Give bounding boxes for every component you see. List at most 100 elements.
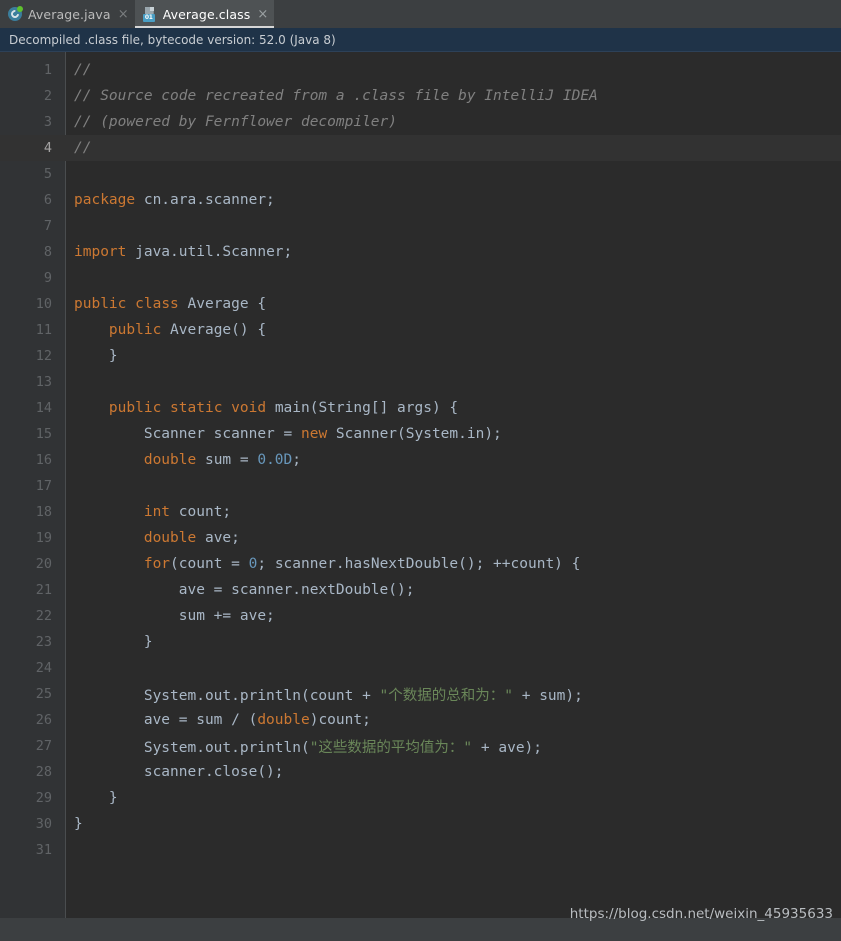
class-file-badge: 01 — [142, 14, 155, 22]
line-number: 28 — [35, 764, 52, 780]
code-line-row: 19 double ave; — [0, 525, 841, 551]
code-lines: 1 // 2 // Source code recreated from a .cla… — [0, 57, 841, 863]
code-line-row: 21 ave = scanner.nextDouble(); — [0, 577, 841, 603]
code-line-text: public static void main(String[] args) { — [108, 400, 459, 416]
line-number: 17 — [35, 478, 52, 494]
code-line-row: 9 — [0, 265, 841, 291]
code-line-text — [74, 478, 83, 494]
line-number: 2 — [43, 88, 52, 104]
code-line-text: for(count = 0; scanner.hasNextDouble(); … — [143, 556, 581, 572]
code-line-text — [74, 374, 83, 390]
code-line-text — [74, 166, 83, 182]
code-line-text — [74, 218, 83, 234]
code-line-text: // (powered by Fernflower decompiler) — [74, 114, 398, 130]
code-line-text — [74, 270, 83, 286]
line-number: 18 — [35, 504, 52, 520]
java-file-icon — [8, 6, 23, 21]
line-number: 5 — [43, 166, 52, 182]
line-number: 25 — [35, 686, 52, 702]
editor-tab-bar: Average.java × 01 Average.class × — [0, 0, 841, 28]
line-number: 21 — [35, 582, 52, 598]
code-line-text: System.out.println("这些数据的平均值为：" + ave); — [74, 739, 543, 756]
tab-close-icon-average-java[interactable]: × — [118, 8, 129, 21]
line-number: 31 — [35, 842, 52, 858]
code-editor[interactable]: 1 // 2 // Source code recreated from a .cla… — [0, 52, 841, 918]
code-line-row: 12 } — [0, 343, 841, 369]
code-line-row: 15 Scanner scanner = new Scanner(System.… — [0, 421, 841, 447]
code-line-row: 27 System.out.println("这些数据的平均值为：" + ave… — [0, 733, 841, 759]
notification-text: Decompiled .class file, bytecode version… — [9, 32, 336, 47]
line-number: 8 — [43, 244, 52, 260]
code-line-row: 31 — [0, 837, 841, 863]
line-number: 6 — [43, 192, 52, 208]
code-line-row: 10 public class Average { — [0, 291, 841, 317]
code-line-text: scanner.close(); — [74, 764, 284, 780]
code-line-text — [74, 842, 83, 858]
code-line-text: public Average() { — [108, 322, 267, 338]
code-line-text: ave = sum / (double)count; — [74, 712, 371, 728]
line-number: 9 — [43, 270, 52, 286]
tab-label-average-class: Average.class — [162, 6, 251, 22]
code-line-row: 8 import java.util.Scanner; — [0, 239, 841, 265]
code-line-text: ave = scanner.nextDouble(); — [74, 582, 415, 598]
code-line-row: 28 scanner.close(); — [0, 759, 841, 785]
code-line-text: import java.util.Scanner; — [74, 244, 293, 260]
line-number: 22 — [35, 608, 52, 624]
code-line-text: } — [74, 348, 118, 364]
line-number: 24 — [35, 660, 52, 676]
code-line-text: } — [74, 790, 118, 806]
code-line-row: 17 — [0, 473, 841, 499]
code-line-text: System.out.println(count + "个数据的总和为：" + … — [74, 687, 583, 704]
code-line-text: int count; — [143, 504, 232, 520]
tab-label-average-java: Average.java — [28, 6, 111, 22]
blog-watermark: https://blog.csdn.net/weixin_45935633 — [569, 906, 833, 922]
tab-average-java[interactable]: Average.java × — [0, 0, 135, 28]
code-line-row: 26 ave = sum / (double)count; — [0, 707, 841, 733]
intellij-editor-window: Average.java × 01 Average.class × Decomp… — [0, 0, 841, 941]
line-number: 3 — [43, 114, 52, 130]
code-line-text: Scanner scanner = new Scanner(System.in)… — [74, 426, 502, 442]
line-number: 14 — [35, 400, 52, 416]
code-line-row: 11 public Average() { — [0, 317, 841, 343]
code-line-row: 25 System.out.println(count + "个数据的总和为："… — [0, 681, 841, 707]
line-number: 7 — [43, 218, 52, 234]
code-line-row: 7 — [0, 213, 841, 239]
code-line-text: double sum = 0.0D; — [143, 452, 301, 468]
code-line-text: // Source code recreated from a .class f… — [74, 88, 598, 104]
code-line-row: 16 double sum = 0.0D; — [0, 447, 841, 473]
class-file-icon: 01 — [142, 7, 157, 22]
line-number: 30 — [35, 816, 52, 832]
line-number: 19 — [35, 530, 52, 546]
code-line-text: sum += ave; — [74, 608, 275, 624]
code-line-text — [74, 660, 83, 676]
code-line-row: 1 // — [0, 57, 841, 83]
line-number: 13 — [35, 374, 52, 390]
line-number: 26 — [35, 712, 52, 728]
line-number: 29 — [35, 790, 52, 806]
code-line-row: 13 — [0, 369, 841, 395]
code-line-row: 24 — [0, 655, 841, 681]
line-number: 10 — [35, 296, 52, 312]
line-number: 27 — [35, 738, 52, 754]
code-line-text: public class Average { — [74, 296, 267, 312]
tab-average-class[interactable]: 01 Average.class × — [134, 0, 275, 28]
code-line-row: 30} — [0, 811, 841, 837]
code-line-row: 20 for(count = 0; scanner.hasNextDouble(… — [0, 551, 841, 577]
code-line-row: 22 sum += ave; — [0, 603, 841, 629]
code-line-row: 6 package cn.ara.scanner; — [0, 187, 841, 213]
code-line-row: 2 // Source code recreated from a .class … — [0, 83, 841, 109]
code-line-row: 5 — [0, 161, 841, 187]
line-number: 15 — [35, 426, 52, 442]
code-line-row: 18 int count; — [0, 499, 841, 525]
line-number: 1 — [43, 62, 52, 78]
code-line-row: 3 // (powered by Fernflower decompiler) — [0, 109, 841, 135]
code-line-row: 14 public static void main(String[] args… — [0, 395, 841, 421]
code-line-row: 29 } — [0, 785, 841, 811]
code-line-text: // — [74, 140, 92, 156]
decompiled-file-notification: Decompiled .class file, bytecode version… — [0, 28, 841, 52]
code-line-text: double ave; — [143, 530, 240, 546]
tab-close-icon-average-class[interactable]: × — [257, 8, 268, 21]
line-number: 23 — [35, 634, 52, 650]
line-number: 4 — [43, 140, 52, 156]
code-line-text: } — [74, 816, 83, 832]
